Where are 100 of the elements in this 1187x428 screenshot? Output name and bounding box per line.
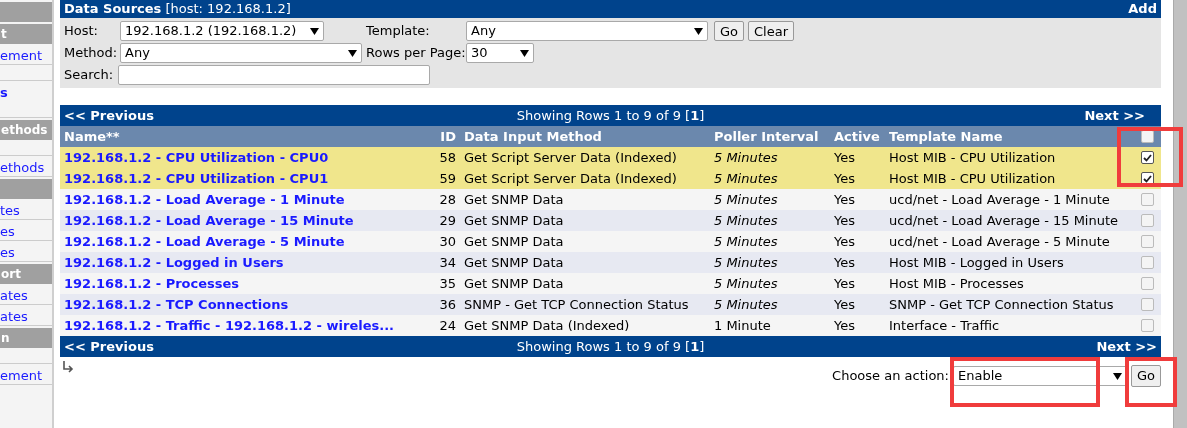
poller-interval-cell: 5 Minutes — [714, 212, 778, 228]
data-source-link[interactable]: 192.168.1.2 - CPU Utilization - CPU0 — [64, 149, 329, 165]
add-link[interactable]: Add — [1128, 0, 1157, 19]
column-header: Template Name — [885, 126, 1133, 147]
sidebar-link[interactable]: tes — [0, 201, 52, 220]
next-link[interactable]: Next >> — [917, 105, 1157, 126]
sidebar-section-header — [0, 2, 52, 22]
input-method-cell: Get SNMP Data — [464, 191, 564, 207]
row-checkbox[interactable] — [1140, 256, 1154, 269]
active-cell: Yes — [834, 170, 855, 186]
row-checkbox[interactable] — [1140, 214, 1154, 227]
action-label: Choose an action: — [832, 367, 949, 386]
data-source-link[interactable]: 192.168.1.2 - Logged in Users — [64, 254, 284, 270]
column-header: Data Input Method — [460, 126, 710, 147]
sidebar-link[interactable]: es — [0, 222, 52, 241]
poller-interval-cell: 1 Minute — [714, 317, 771, 333]
sidebar-link[interactable]: ates — [0, 286, 52, 305]
previous-link[interactable]: << Previous — [64, 336, 304, 357]
id-cell: 34 — [439, 254, 456, 270]
poller-interval-cell: 5 Minutes — [714, 275, 778, 291]
template-name-cell: ucd/net - Load Average - 1 Minute — [889, 191, 1110, 207]
template-dropdown[interactable]: Any — [466, 21, 708, 41]
id-cell: 36 — [439, 296, 456, 312]
row-checkbox[interactable] — [1140, 151, 1154, 164]
poller-interval-cell: 5 Minutes — [714, 149, 778, 165]
input-method-cell: Get SNMP Data — [464, 212, 564, 228]
template-name-cell: ucd/net - Load Average - 5 Minute — [889, 233, 1110, 249]
poller-interval-cell: 5 Minutes — [714, 191, 778, 207]
data-source-link[interactable]: 192.168.1.2 - Load Average - 5 Minute — [64, 233, 345, 249]
data-source-link[interactable]: 192.168.1.2 - TCP Connections — [64, 296, 289, 312]
data-source-link[interactable]: 192.168.1.2 - Traffic - 192.168.1.2 - wireles... — [64, 317, 395, 333]
sidebar-link[interactable]: s — [0, 83, 52, 102]
dropdown-caret-icon — [1112, 372, 1122, 380]
template-name-cell: ucd/net - Load Average - 15 Minute — [889, 212, 1119, 228]
sidebar-section-header: t — [0, 24, 52, 44]
sidebar-link[interactable]: ement — [0, 46, 52, 65]
sidebar-link[interactable]: es — [0, 243, 52, 262]
sidebar-link[interactable]: ates — [0, 307, 52, 326]
sidebar-link[interactable]: ement — [0, 366, 52, 385]
column-header: Poller Interval — [710, 126, 830, 147]
annotation-box — [1117, 127, 1183, 187]
input-method-cell: Get SNMP Data — [464, 254, 564, 270]
sidebar-link[interactable]: ethods — [0, 158, 52, 177]
active-cell: Yes — [834, 296, 855, 312]
data-source-link[interactable]: 192.168.1.2 - Load Average - 15 Minute — [64, 212, 354, 228]
go-button[interactable]: Go — [714, 21, 745, 41]
template-name-cell: Interface - Traffic — [889, 317, 1000, 333]
sidebar-section-header: ort — [0, 264, 52, 284]
poller-interval-cell: 5 Minutes — [714, 296, 778, 312]
data-source-link[interactable]: 192.168.1.2 - Load Average - 1 Minute — [64, 191, 345, 207]
dropdown-caret-icon — [310, 27, 319, 35]
row-checkbox[interactable] — [1140, 193, 1154, 206]
rows-summary: Showing Rows 1 to 9 of 9 [1] — [515, 337, 706, 356]
input-method-cell: Get SNMP Data (Indexed) — [464, 317, 630, 333]
template-name-cell: Host MIB - Logged in Users — [889, 254, 1064, 270]
id-cell: 59 — [439, 170, 456, 186]
row-checkbox[interactable] — [1140, 298, 1154, 311]
column-header: ID — [430, 126, 460, 147]
method-dropdown[interactable]: Any — [120, 43, 362, 63]
template-name-cell: Host MIB - Processes — [889, 275, 1024, 291]
input-method-cell: Get SNMP Data — [464, 233, 564, 249]
rows-per-page-label: Rows per Page: — [366, 44, 466, 63]
active-cell: Yes — [834, 254, 855, 270]
active-cell: Yes — [834, 149, 855, 165]
row-checkbox[interactable] — [1140, 235, 1154, 248]
template-name-cell: Host MIB - CPU Utilization — [889, 170, 1056, 186]
previous-link[interactable]: << Previous — [64, 105, 304, 126]
annotation-box — [1125, 357, 1177, 407]
input-method-cell: Get Script Server Data (Indexed) — [464, 170, 677, 186]
scrollbar[interactable] — [1173, 0, 1187, 428]
data-source-link[interactable]: 192.168.1.2 - CPU Utilization - CPU1 — [64, 170, 329, 186]
dropdown-caret-icon — [520, 49, 529, 57]
clear-button[interactable]: Clear — [748, 21, 795, 41]
id-cell: 35 — [439, 275, 456, 291]
dropdown-caret-icon — [694, 27, 703, 35]
template-label: Template: — [366, 22, 431, 41]
data-source-link[interactable]: 192.168.1.2 - Processes — [64, 275, 240, 291]
dropdown-caret-icon — [348, 49, 357, 57]
id-cell: 24 — [439, 317, 456, 333]
next-link[interactable]: Next >> — [917, 336, 1157, 357]
poller-interval-cell: 5 Minutes — [714, 170, 778, 186]
template-name-cell: SNMP - Get TCP Connection Status — [889, 296, 1114, 312]
rows-summary: Showing Rows 1 to 9 of 9 [1] — [515, 106, 706, 125]
host-label: Host: — [64, 22, 99, 41]
id-cell: 28 — [439, 191, 456, 207]
action-dropdown[interactable]: Enable — [952, 366, 1127, 386]
host-dropdown[interactable]: 192.168.1.2 (192.168.1.2) — [120, 21, 324, 41]
search-label: Search: — [64, 66, 115, 85]
rows-per-page-dropdown[interactable]: 30 — [466, 43, 534, 63]
active-cell: Yes — [834, 191, 855, 207]
row-checkbox[interactable] — [1140, 319, 1154, 332]
row-checkbox[interactable] — [1140, 277, 1154, 290]
active-cell: Yes — [834, 317, 855, 333]
column-header[interactable]: Name** — [60, 126, 430, 147]
active-cell: Yes — [834, 212, 855, 228]
search-field[interactable] — [118, 65, 430, 85]
action-go-button[interactable]: Go — [1130, 365, 1161, 387]
sidebar-section-header: n — [0, 328, 52, 348]
sidebar-section-header — [0, 179, 52, 199]
template-name-cell: Host MIB - CPU Utilization — [889, 149, 1056, 165]
